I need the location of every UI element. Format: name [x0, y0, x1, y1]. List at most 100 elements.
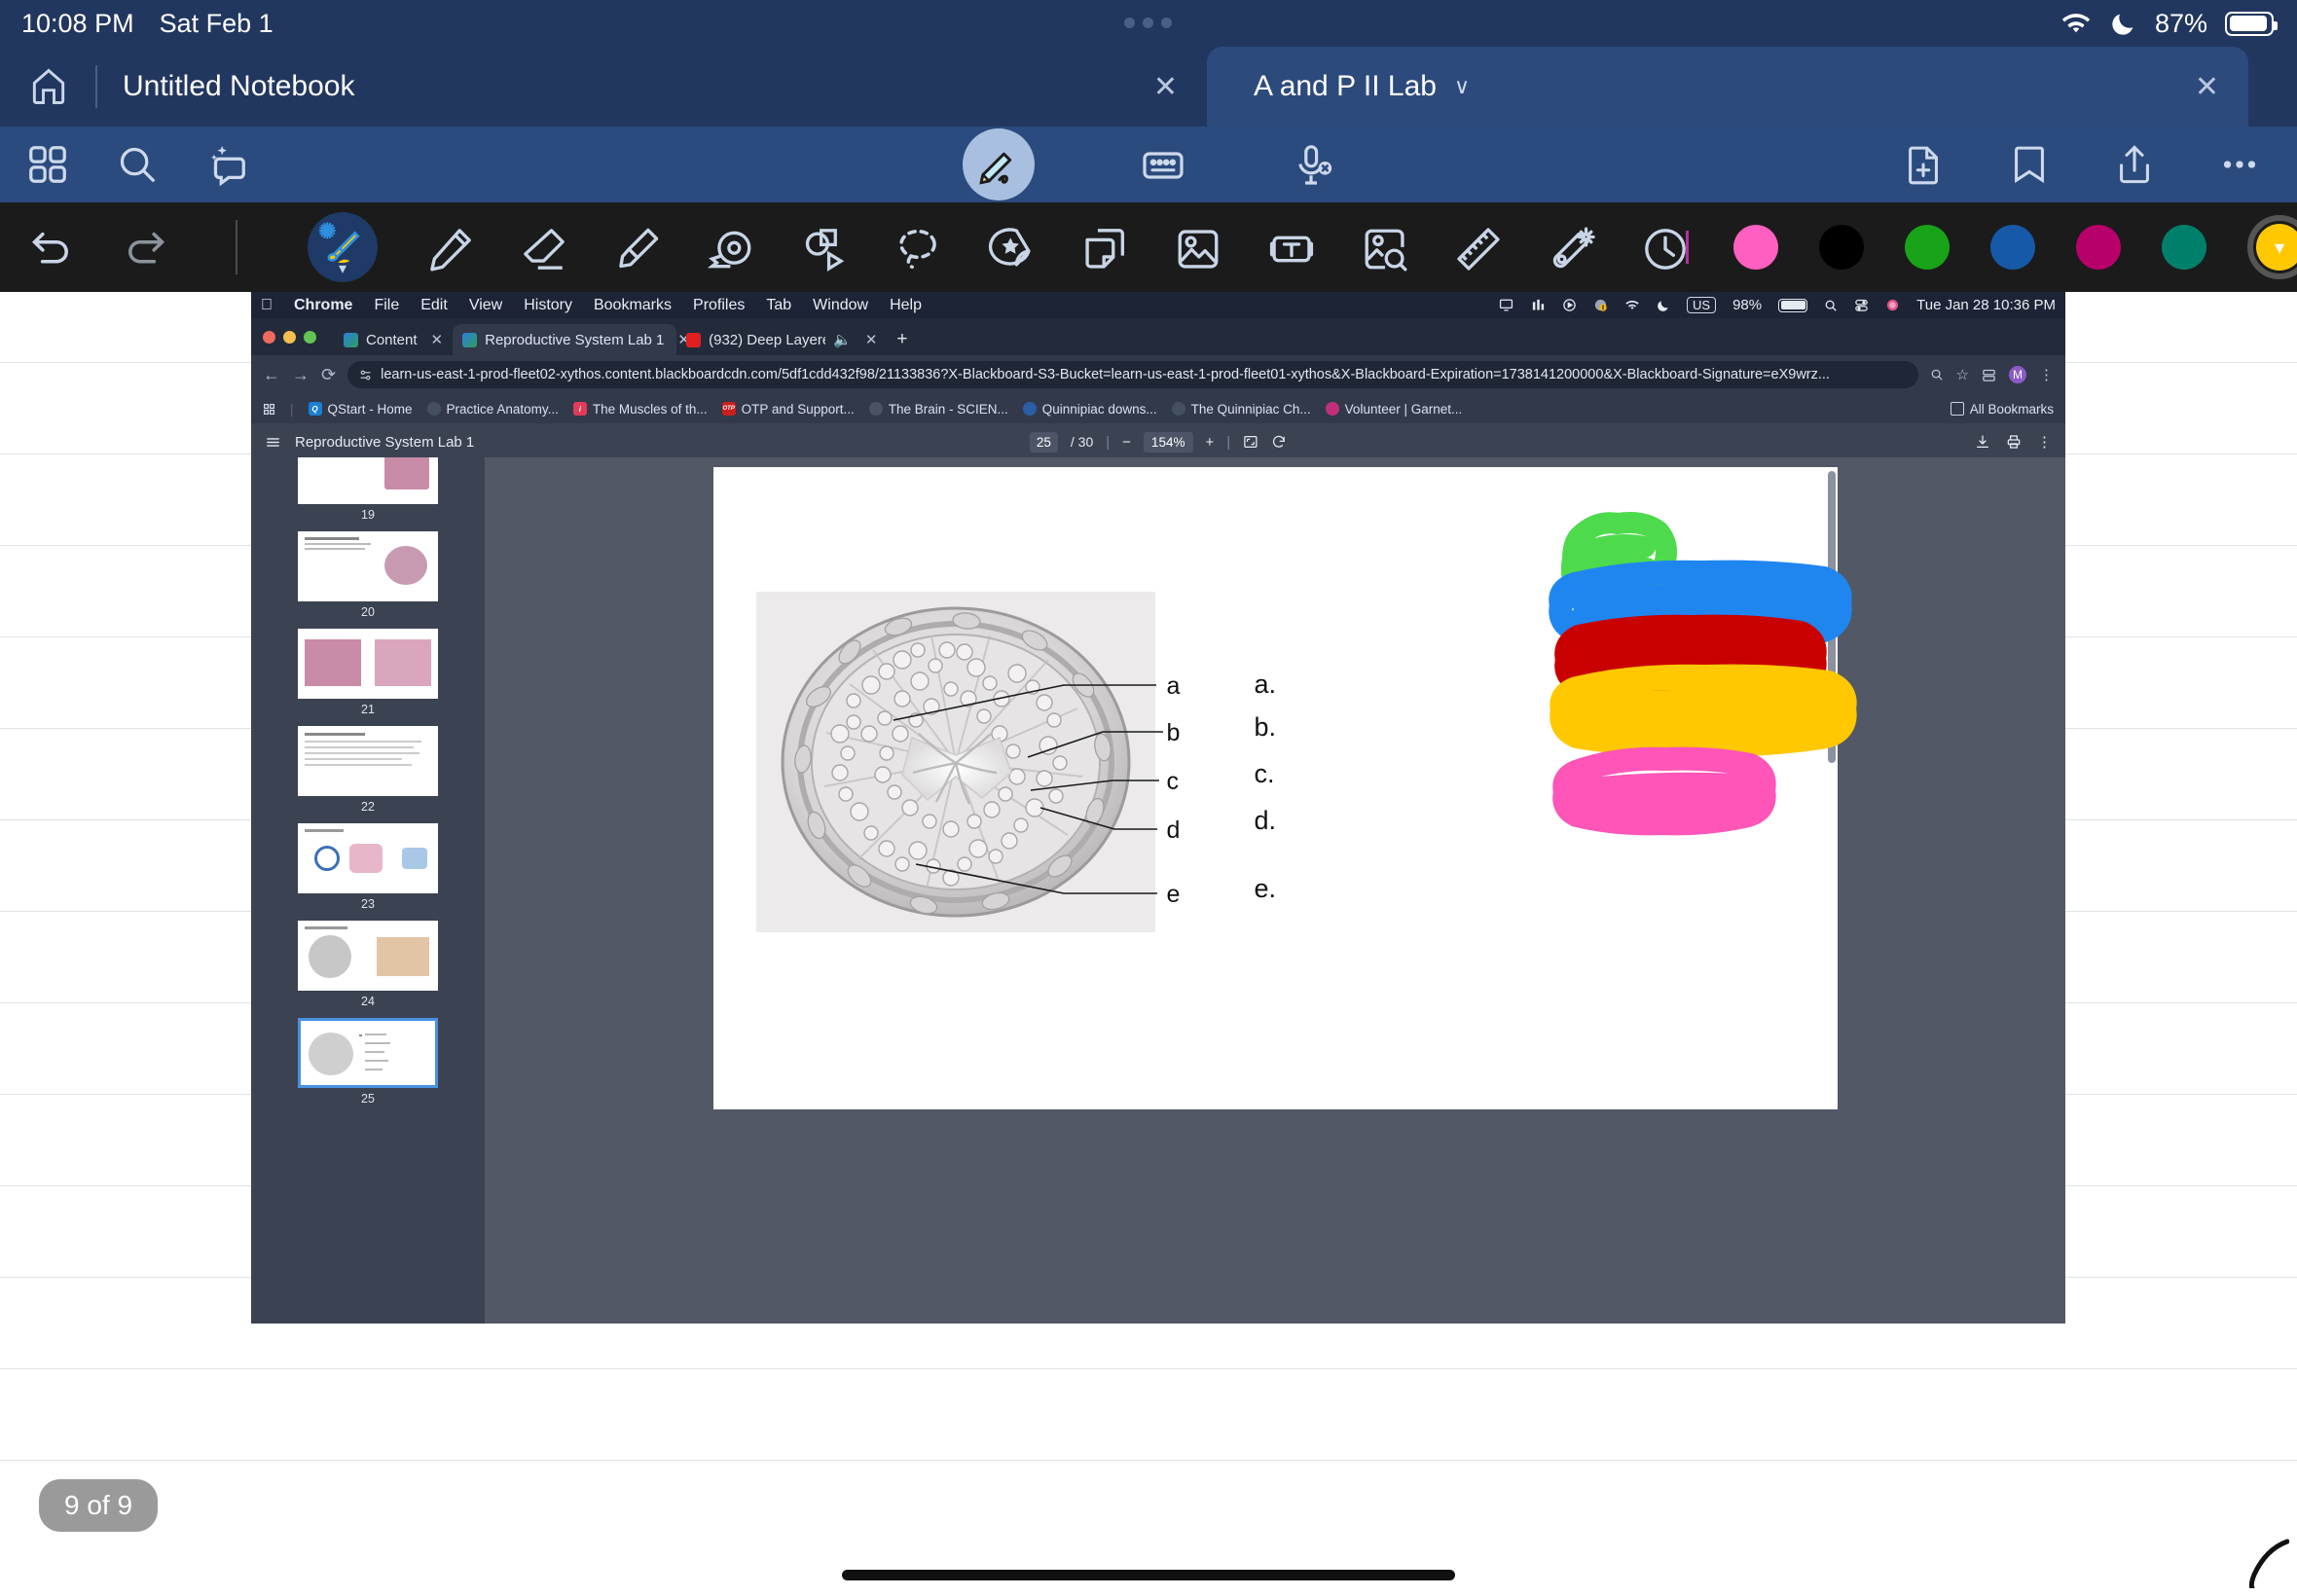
- all-bookmarks-button[interactable]: All Bookmarks: [1950, 402, 2054, 417]
- menu-file[interactable]: File: [374, 297, 399, 314]
- sticky-note-icon[interactable]: [1080, 225, 1125, 270]
- window-controls[interactable]: [263, 318, 334, 355]
- home-indicator[interactable]: [842, 1570, 1455, 1580]
- grid-icon[interactable]: [25, 142, 70, 187]
- color-swatch-magenta[interactable]: [2076, 225, 2121, 270]
- control-center-icon[interactable]: [1854, 298, 1869, 312]
- pdf-page-input[interactable]: 25: [1029, 431, 1058, 453]
- close-icon[interactable]: ✕: [1124, 70, 1207, 104]
- bookmark-the-muscles-of-the[interactable]: i The Muscles of th...: [572, 402, 708, 417]
- pdf-thumbnail-rail[interactable]: 19 20 21 22 23 24 25: [251, 457, 485, 1324]
- bookmark-volunteer-garnet[interactable]: Volunteer | Garnet...: [1325, 402, 1462, 417]
- home-icon[interactable]: [27, 65, 70, 108]
- fit-page-icon[interactable]: [1243, 434, 1258, 450]
- hamburger-icon[interactable]: [265, 434, 281, 451]
- apps-grid-icon[interactable]: [263, 403, 275, 416]
- reload-icon[interactable]: ⟳: [321, 365, 336, 385]
- color-swatch-pink[interactable]: [1733, 225, 1778, 270]
- eraser-icon[interactable]: [520, 225, 565, 270]
- bookmark-icon[interactable]: [2007, 142, 2052, 187]
- add-page-icon[interactable]: [1902, 142, 1947, 187]
- ruler-icon[interactable]: [1454, 225, 1500, 271]
- forward-icon[interactable]: →: [292, 365, 310, 385]
- close-icon[interactable]: ✕: [865, 331, 878, 348]
- ai-sparkle-icon[interactable]: [204, 142, 249, 187]
- address-bar[interactable]: learn-us-east-1-prod-fleet02-xythos.cont…: [347, 361, 1918, 388]
- image-search-icon[interactable]: [1361, 225, 1407, 272]
- bookmark-quinnipiac-downs[interactable]: Quinnipiac downs...: [1022, 402, 1157, 417]
- spotlight-search-icon[interactable]: [1824, 299, 1838, 312]
- pencil-icon[interactable]: [426, 225, 471, 272]
- bookmark-qstart-home[interactable]: Q QStart - Home: [308, 402, 413, 417]
- download-icon[interactable]: [1975, 434, 1990, 450]
- sticker-icon[interactable]: [987, 225, 1032, 270]
- audio-playing-icon[interactable]: 🔈: [833, 331, 852, 348]
- text-box-icon[interactable]: [1267, 225, 1314, 270]
- history-icon[interactable]: [1641, 225, 1686, 270]
- washi-tape-icon[interactable]: [707, 225, 751, 270]
- app-update-icon[interactable]: [1593, 298, 1608, 312]
- pdf-zoom-level[interactable]: 154%: [1143, 431, 1193, 453]
- keyboard-icon[interactable]: [1140, 142, 1185, 187]
- pasted-chrome-screenshot[interactable]:  Chrome File Edit View History Bookmark…: [251, 292, 2065, 1324]
- color-swatch-blue[interactable]: [1990, 225, 2035, 270]
- chevron-down-icon[interactable]: ▾: [339, 259, 346, 278]
- menu-chrome[interactable]: Chrome: [294, 297, 352, 314]
- bookmark-star-icon[interactable]: ☆: [1956, 366, 1969, 383]
- thumbnail-24[interactable]: 24: [298, 921, 438, 1008]
- undo-icon[interactable]: [27, 225, 72, 270]
- menu-help[interactable]: Help: [890, 297, 922, 314]
- close-icon[interactable]: ✕: [2166, 70, 2248, 104]
- share-icon[interactable]: [2112, 142, 2157, 187]
- search-icon[interactable]: [115, 142, 160, 187]
- brush-icon[interactable]: ✺ ▾: [308, 212, 378, 282]
- moon-icon[interactable]: [1657, 299, 1670, 312]
- stats-icon[interactable]: [1531, 298, 1546, 312]
- mic-off-icon[interactable]: [1290, 142, 1334, 187]
- bookmark-the-quinnipiac-ch[interactable]: The Quinnipiac Ch...: [1171, 402, 1311, 417]
- lasso-icon[interactable]: [893, 225, 938, 270]
- apple-icon[interactable]: : [261, 297, 273, 314]
- thumbnail-21[interactable]: 21: [298, 629, 438, 716]
- menu-window[interactable]: Window: [813, 297, 868, 314]
- more-icon[interactable]: [2217, 142, 2262, 187]
- image-icon[interactable]: [1174, 225, 1219, 270]
- menu-bookmarks[interactable]: Bookmarks: [594, 297, 672, 314]
- shapes-icon[interactable]: [800, 225, 845, 272]
- extensions-icon[interactable]: [1982, 368, 1996, 382]
- thumbnail-22[interactable]: 22: [298, 726, 438, 814]
- close-icon[interactable]: ✕: [431, 331, 444, 348]
- more-vertical-icon[interactable]: ⋮: [2037, 433, 2052, 451]
- mac-datetime[interactable]: Tue Jan 28 10:36 PM: [1916, 297, 2056, 313]
- browser-tab-content[interactable]: Content ✕: [334, 324, 453, 355]
- menu-profiles[interactable]: Profiles: [693, 297, 745, 314]
- color-swatch-selected-yellow[interactable]: ▾: [2247, 215, 2297, 279]
- display-icon[interactable]: [1498, 298, 1514, 312]
- thumbnail-23[interactable]: 23: [298, 823, 438, 911]
- magic-wand-icon[interactable]: [1548, 225, 1595, 270]
- tab-a-and-p-ii-lab[interactable]: A and P II Lab ∨ ✕: [1207, 47, 2248, 127]
- play-circle-icon[interactable]: [1562, 298, 1577, 312]
- thumbnail-25-selected[interactable]: 25: [298, 1018, 438, 1106]
- thumbnail-19[interactable]: 19: [298, 457, 438, 522]
- menu-edit[interactable]: Edit: [420, 297, 448, 314]
- zoom-icon[interactable]: [1930, 368, 1944, 381]
- bookmark-the-brain-scien[interactable]: The Brain - SCIEN...: [868, 402, 1008, 417]
- menu-view[interactable]: View: [469, 297, 502, 314]
- notebook-page[interactable]:  Chrome File Edit View History Bookmark…: [0, 292, 2297, 1538]
- rotate-icon[interactable]: [1271, 434, 1287, 450]
- bookmark-otp-and-support[interactable]: OTP OTP and Support...: [721, 402, 855, 417]
- browser-tab-youtube[interactable]: (932) Deep Layered Brow 🔈 ✕: [676, 324, 887, 355]
- input-source-badge[interactable]: US: [1687, 297, 1717, 313]
- wifi-icon[interactable]: [1624, 299, 1640, 311]
- color-swatch-black[interactable]: [1819, 225, 1864, 270]
- siri-icon[interactable]: [1885, 298, 1900, 312]
- highlighter-icon[interactable]: [613, 225, 659, 270]
- profile-avatar[interactable]: M: [2009, 366, 2026, 383]
- zoom-out-button[interactable]: −: [1122, 434, 1131, 451]
- tab-untitled-notebook[interactable]: Untitled Notebook ✕: [0, 47, 1207, 127]
- browser-tab-reproductive-system-lab-1[interactable]: Reproductive System Lab 1 ✕: [453, 324, 690, 355]
- thumbnail-20[interactable]: 20: [298, 531, 438, 619]
- new-tab-button[interactable]: +: [887, 324, 917, 355]
- pdf-page-viewer[interactable]: a b c d e a. b. c. d. e.: [485, 457, 2065, 1324]
